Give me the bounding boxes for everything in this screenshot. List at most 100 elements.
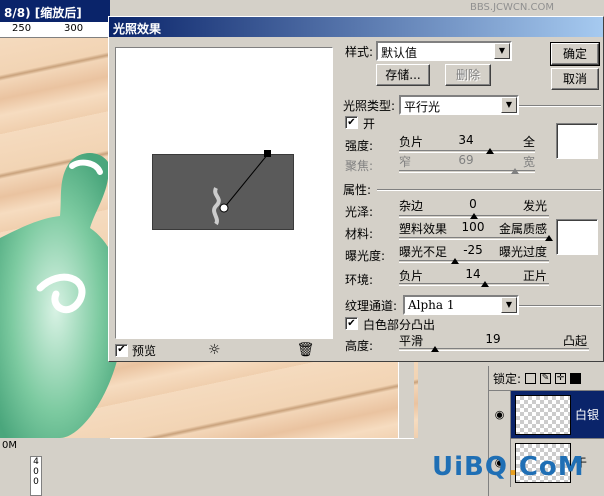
ambience-slider-thumb[interactable] — [480, 281, 489, 287]
gloss-value: 0 — [469, 197, 477, 211]
style-select[interactable]: 默认值 ▼ — [376, 41, 512, 61]
gloss-left-label: 杂边 — [399, 199, 424, 213]
gloss-slider-thumb[interactable] — [470, 213, 478, 219]
layer-thumbnail — [515, 394, 571, 435]
height-slider-thumb[interactable] — [431, 346, 440, 352]
watermark-tail: CoM — [518, 452, 585, 482]
material-slider-thumb[interactable] — [545, 235, 553, 241]
exposure-left-label: 曝光不足 — [399, 245, 448, 259]
ruler-tick-250: 250 — [12, 23, 32, 34]
exposure-value: -25 — [463, 243, 483, 257]
preview-area[interactable] — [115, 47, 333, 339]
focus-label: 聚焦: — [345, 159, 374, 173]
intensity-right-label: 全 — [523, 135, 536, 149]
exposure-right-label: 曝光过度 — [499, 245, 548, 259]
white-high-label: 白色部分凸出 — [363, 318, 436, 332]
exposure-slider[interactable] — [399, 260, 549, 263]
light-on-checkbox[interactable]: ✔ — [345, 116, 358, 129]
material-slider[interactable] — [399, 237, 549, 240]
exposure-label: 曝光度: — [345, 249, 386, 263]
light-type-value: 平行光 — [404, 100, 441, 114]
save-style-button[interactable]: 存储... — [376, 64, 430, 86]
watermark-dot: . — [507, 452, 519, 482]
white-high-checkbox[interactable]: ✔ — [345, 317, 358, 330]
ruler-tick-300: 300 — [64, 23, 84, 34]
second-document — [0, 456, 418, 496]
document-title: 8/8) [缩放后] — [0, 0, 110, 22]
layer-name: 白银 — [575, 408, 600, 422]
intensity-value: 34 — [458, 133, 474, 147]
gloss-label: 光泽: — [345, 205, 374, 219]
ambience-left-label: 负片 — [399, 269, 424, 283]
watermark-logo: UiBQ.CoM — [432, 452, 585, 482]
lock-move-icon[interactable]: ✛ — [555, 372, 567, 384]
focus-right-label: 宽 — [523, 155, 536, 169]
chevron-down-icon[interactable]: ▼ — [494, 43, 510, 59]
eye-icon[interactable]: ◉ — [489, 390, 511, 439]
light-direction-handle — [264, 150, 271, 157]
light-color-swatch[interactable] — [556, 123, 598, 159]
preview-label: 预览 — [132, 343, 157, 358]
lock-label: 锁定: — [493, 371, 522, 386]
lock-transparency-icon[interactable] — [525, 372, 537, 384]
height-left-label: 平滑 — [399, 334, 424, 348]
intensity-label: 强度: — [345, 139, 374, 153]
ruler2-tick: 4 — [33, 457, 39, 467]
style-value: 默认值 — [381, 46, 418, 60]
ok-button[interactable]: 确定 — [550, 42, 600, 66]
ambience-slider[interactable] — [399, 283, 549, 286]
intensity-slider-thumb[interactable] — [486, 148, 495, 154]
trash-icon[interactable]: 🗑 — [297, 342, 315, 358]
chevron-down-icon[interactable]: ▼ — [501, 297, 517, 313]
group-divider — [519, 305, 601, 307]
height-slider[interactable] — [399, 348, 589, 351]
watermark-main: UiBQ — [432, 452, 508, 482]
light-center-handle — [219, 203, 229, 213]
ruler2-tick: 0 — [33, 467, 39, 477]
texture-channel-value: Alpha 1 — [408, 298, 455, 312]
texture-channel-label: 纹理通道: — [345, 299, 398, 313]
lighting-effects-dialog: 光照效果 ✔ 预览 ☼ 🗑 样式: 默认值 ▼ 存储... 删除 确定 取消 光… — [108, 16, 604, 362]
preview-checkbox[interactable]: ✔ — [115, 343, 128, 357]
vertical-ruler: 4 0 0 — [30, 456, 42, 496]
lock-brush-icon[interactable]: ✎ — [540, 372, 552, 384]
light-on-label: 开 — [363, 117, 376, 131]
chevron-down-icon[interactable]: ▼ — [501, 97, 517, 113]
height-right-label: 凸起 — [563, 334, 588, 348]
material-label: 材料: — [345, 227, 374, 241]
lock-all-icon[interactable] — [570, 372, 582, 384]
height-value: 19 — [485, 332, 501, 346]
group-divider — [519, 105, 601, 107]
material-right-label: 金属质感 — [499, 222, 548, 236]
material-value: 100 — [461, 220, 485, 234]
ambient-color-swatch[interactable] — [556, 219, 598, 255]
ambience-right-label: 正片 — [523, 269, 548, 283]
layer-row[interactable]: ◉ 白银 — [489, 390, 604, 439]
material-left-label: 塑料效果 — [399, 222, 448, 236]
exposure-slider-thumb[interactable] — [451, 258, 460, 264]
light-type-select[interactable]: 平行光 ▼ — [399, 95, 519, 115]
delete-style-button[interactable]: 删除 — [445, 64, 491, 86]
preview-vase-mark — [212, 187, 221, 226]
focus-value: 69 — [458, 153, 474, 167]
height-label: 高度: — [345, 339, 374, 353]
intensity-left-label: 负片 — [399, 135, 424, 149]
cancel-button[interactable]: 取消 — [551, 68, 599, 90]
preview-footer: ✔ 预览 ☼ 🗑 — [115, 341, 333, 359]
light-bulb-icon[interactable]: ☼ — [208, 342, 221, 358]
texture-channel-select[interactable]: Alpha 1 ▼ — [403, 295, 519, 315]
properties-label: 属性: — [343, 183, 372, 197]
dialog-title: 光照效果 — [109, 17, 603, 37]
light-handle-overlay[interactable] — [116, 48, 334, 340]
zoom-status: 0M — [0, 438, 110, 454]
focus-slider-thumb[interactable] — [510, 168, 519, 174]
gloss-right-label: 发光 — [523, 199, 548, 213]
style-label: 样式: — [345, 45, 374, 59]
light-type-label: 光照类型: — [343, 99, 396, 113]
group-divider — [377, 189, 601, 191]
ambience-label: 环境: — [345, 273, 374, 287]
watermark-site: BBS.JCWCN.COM — [470, 2, 555, 13]
horizontal-ruler: 250 300 — [0, 22, 110, 38]
ambience-value: 14 — [465, 267, 481, 281]
lock-row: 锁定: ✎ ✛ — [489, 366, 604, 390]
